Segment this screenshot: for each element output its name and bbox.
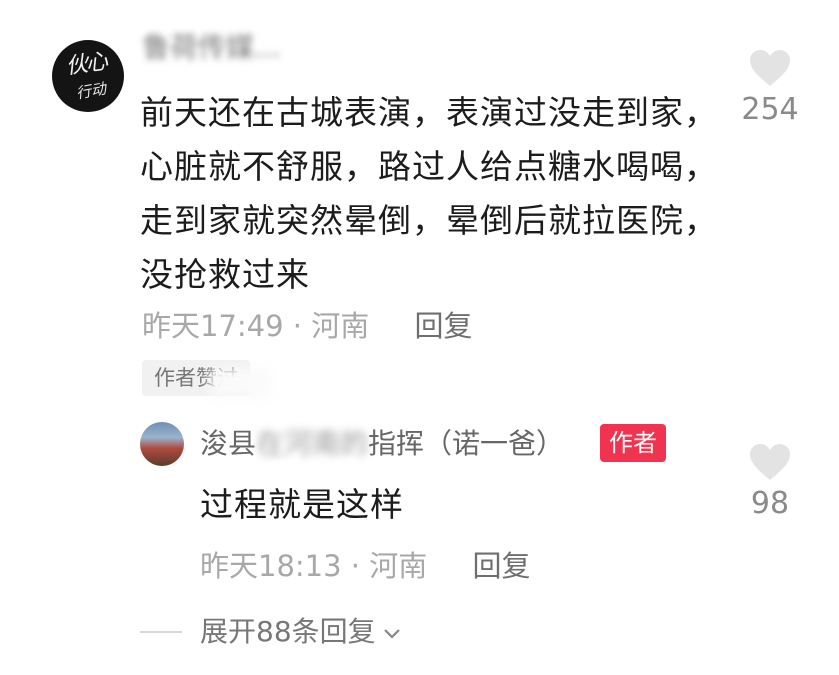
reply-time-location: 昨天18:13 · 河南 xyxy=(200,549,428,583)
comment-text: 前天还在古城表演，表演过没走到家，心脏就不舒服，路过人给点糖水喝喝，走到家就突然… xyxy=(140,93,718,294)
replier-username-suffix: 指挥（诺一爸） xyxy=(368,427,565,460)
divider-line xyxy=(140,631,182,633)
avatar-scribble-sub: 行动 xyxy=(74,79,108,103)
chevron-down-icon xyxy=(383,629,400,639)
comment-time-location: 昨天17:49 · 河南 xyxy=(142,309,370,343)
reply-like-button[interactable]: 98 xyxy=(730,442,810,522)
reply-reply-button[interactable]: 回复 xyxy=(472,549,530,583)
heart-icon[interactable] xyxy=(748,442,792,482)
heart-icon[interactable] xyxy=(748,48,792,88)
reply-text: 过程就是这样 xyxy=(200,485,404,524)
replier-username-prefix: 浚县 xyxy=(200,427,257,460)
avatar-scribble: 伙心 xyxy=(64,49,108,80)
blur-smudge xyxy=(210,368,270,398)
replier-username[interactable]: 浚县在河南的指挥（诺一爸） xyxy=(200,422,564,466)
expand-replies[interactable]: 展开88条回复 xyxy=(140,612,402,652)
comment-reply-button[interactable]: 回复 xyxy=(414,309,472,343)
commenter-avatar[interactable]: 伙心 行动 xyxy=(52,40,124,112)
comment-like-count: 254 xyxy=(741,92,799,127)
commenter-username[interactable]: 鲁荷传媒... xyxy=(142,30,302,66)
replier-username-blurred: 在河南的 xyxy=(256,427,369,460)
comment-like-button[interactable]: 254 xyxy=(730,48,810,128)
expand-replies-label: 展开88条回复 xyxy=(200,615,376,648)
reply-meta: 昨天18:13 · 河南 回复 xyxy=(200,546,530,586)
author-badge: 作者 xyxy=(600,424,666,462)
reply-like-count: 98 xyxy=(750,486,790,521)
comment-meta: 昨天17:49 · 河南 回复 xyxy=(142,306,472,346)
replier-avatar[interactable] xyxy=(140,422,184,466)
